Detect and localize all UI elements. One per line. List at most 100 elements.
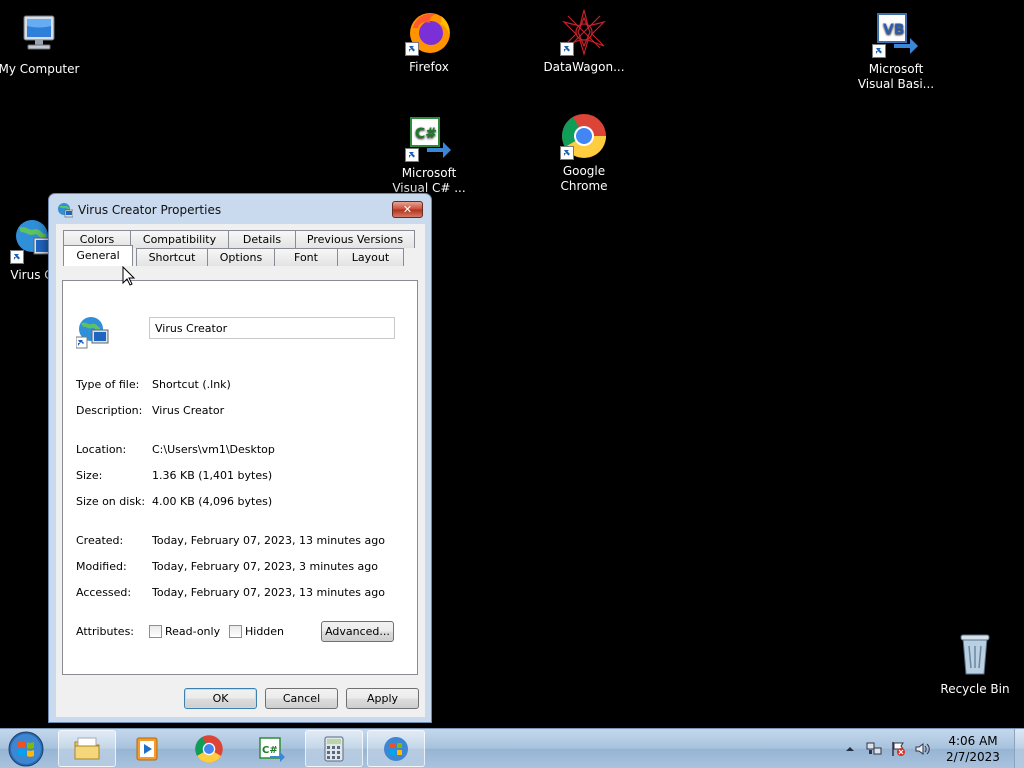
shortcut-arrow-icon <box>560 42 574 56</box>
shortcut-arrow-icon <box>872 44 886 58</box>
shortcut-arrow-icon <box>10 250 24 264</box>
checkbox-box[interactable] <box>229 625 242 638</box>
created-value: Today, February 07, 2023, 13 minutes ago <box>152 534 385 547</box>
modified-label: Modified: <box>76 560 127 573</box>
visual-basic-icon: VB <box>872 10 920 58</box>
firefox-icon <box>405 8 453 56</box>
clock-time: 4:06 AM <box>948 734 998 748</box>
desktop-icon-recycle-bin[interactable]: Recycle Bin <box>927 630 1023 697</box>
desktop-icon-label: Google Chrome <box>560 164 608 193</box>
desktop-icon-google-chrome[interactable]: Google Chrome <box>536 112 632 194</box>
description-value: Virus Creator <box>152 404 225 417</box>
desktop-icon-label: Firefox <box>409 60 449 74</box>
desktop-icon-label: Microsoft Visual Basi... <box>857 62 935 91</box>
tab-options[interactable]: Options <box>207 248 275 266</box>
chrome-icon <box>195 734 223 763</box>
dialog-title: Virus Creator Properties <box>78 203 222 217</box>
desktop-icon-firefox[interactable]: Firefox <box>381 8 477 75</box>
close-icon: ✕ <box>402 203 413 216</box>
tab-general[interactable]: General <box>63 245 133 266</box>
media-player-icon <box>136 737 158 760</box>
folder-icon <box>74 737 100 759</box>
show-hidden-icons-icon[interactable] <box>844 743 856 755</box>
size-on-disk-value: 4.00 KB (4,096 bytes) <box>152 495 273 508</box>
computer-icon <box>15 10 63 58</box>
visual-csharp-icon: C# <box>405 114 453 162</box>
desktop-icon-label: DataWagon... <box>543 60 625 74</box>
checkbox-box[interactable] <box>149 625 162 638</box>
svg-text:C#: C# <box>262 745 278 756</box>
size-value: 1.36 KB (1,401 bytes) <box>152 469 273 482</box>
svg-text:VB: VB <box>883 22 905 38</box>
desktop-icon-label: Microsoft Visual C# ... <box>392 166 466 195</box>
windows-logo-icon <box>384 736 408 761</box>
readonly-checkbox[interactable]: Read-only <box>149 625 220 638</box>
shortcut-arrow-icon <box>405 148 419 162</box>
volume-icon[interactable] <box>914 741 930 757</box>
apply-button[interactable]: Apply <box>346 688 419 709</box>
properties-dialog: Virus Creator Properties ✕ Colors Compat… <box>48 193 432 723</box>
modified-value: Today, February 07, 2023, 3 minutes ago <box>152 560 378 573</box>
tab-layout[interactable]: Layout <box>337 248 404 266</box>
dialog-client: Colors Compatibility Details Previous Ve… <box>56 224 425 717</box>
size-on-disk-label: Size on disk: <box>76 495 146 508</box>
close-button[interactable]: ✕ <box>392 201 423 218</box>
name-input[interactable] <box>149 317 395 339</box>
tab-details[interactable]: Details <box>228 230 296 248</box>
calculator-icon <box>324 736 344 761</box>
type-label: Type of file: <box>76 378 140 391</box>
hidden-checkbox[interactable]: Hidden <box>229 625 284 638</box>
taskbar-explorer[interactable] <box>58 730 116 767</box>
datawagon-icon <box>560 8 608 56</box>
readonly-label: Read-only <box>165 625 221 638</box>
separator <box>76 421 394 422</box>
general-tab-page: Type of file: Shortcut (.lnk) Descriptio… <box>62 280 418 675</box>
svg-text:C#: C# <box>415 126 437 142</box>
taskbar-chrome[interactable] <box>180 730 238 767</box>
show-desktop-button[interactable] <box>1014 729 1024 768</box>
desktop-icon-visual-csharp[interactable]: C# Microsoft Visual C# ... <box>381 114 477 196</box>
title-bar[interactable]: Virus Creator Properties ✕ <box>49 194 431 226</box>
visual-csharp-icon: C# <box>259 736 285 762</box>
recycle-bin-icon <box>951 630 999 678</box>
desktop-icon-my-computer[interactable]: My Computer <box>0 10 87 77</box>
shortcut-arrow-icon <box>405 42 419 56</box>
hidden-label: Hidden <box>245 625 285 638</box>
globe-computer-icon <box>57 202 74 218</box>
windows-orb-icon <box>8 731 44 767</box>
shortcut-arrow-icon <box>560 146 574 160</box>
tab-font[interactable]: Font <box>274 248 338 266</box>
network-icon[interactable] <box>866 741 882 757</box>
description-label: Description: <box>76 404 143 417</box>
location-value: C:\Users\vm1\Desktop <box>152 443 275 456</box>
tab-previous-versions[interactable]: Previous Versions <box>295 230 415 248</box>
tab-shortcut[interactable]: Shortcut <box>136 248 208 266</box>
desktop-icon-label: My Computer <box>0 62 80 76</box>
taskbar-calculator[interactable] <box>305 730 363 767</box>
location-label: Location: <box>76 443 127 456</box>
cancel-button[interactable]: Cancel <box>265 688 338 709</box>
taskbar-media-player[interactable] <box>118 730 176 767</box>
desktop-icon-label: Recycle Bin <box>940 682 1010 696</box>
separator <box>76 603 394 604</box>
desktop-icon-visual-basic[interactable]: VB Microsoft Visual Basi... <box>848 10 944 92</box>
clock-date: 2/7/2023 <box>946 750 1000 764</box>
ok-button[interactable]: OK <box>184 688 257 709</box>
type-value: Shortcut (.lnk) <box>152 378 231 391</box>
advanced-button[interactable]: Advanced... <box>321 621 394 642</box>
accessed-value: Today, February 07, 2023, 13 minutes ago <box>152 586 385 599</box>
clock[interactable]: 4:06 AM 2/7/2023 <box>938 733 1008 765</box>
separator <box>76 512 394 513</box>
tab-row-2: General Shortcut Options Font Layout <box>63 245 404 266</box>
tab-compatibility[interactable]: Compatibility <box>130 230 229 248</box>
accessed-label: Accessed: <box>76 586 132 599</box>
start-button[interactable] <box>4 730 48 768</box>
separator <box>76 356 394 357</box>
taskbar-windows-app[interactable] <box>367 730 425 767</box>
mouse-cursor-icon <box>122 265 136 286</box>
taskbar-visual-csharp[interactable]: C# <box>242 730 300 767</box>
chrome-icon <box>560 112 608 160</box>
desktop-icon-datawagon[interactable]: DataWagon... <box>536 8 632 75</box>
action-center-flag-icon[interactable] <box>890 741 906 757</box>
taskbar: C# 4:06 AM 2/7/2023 <box>0 728 1024 768</box>
